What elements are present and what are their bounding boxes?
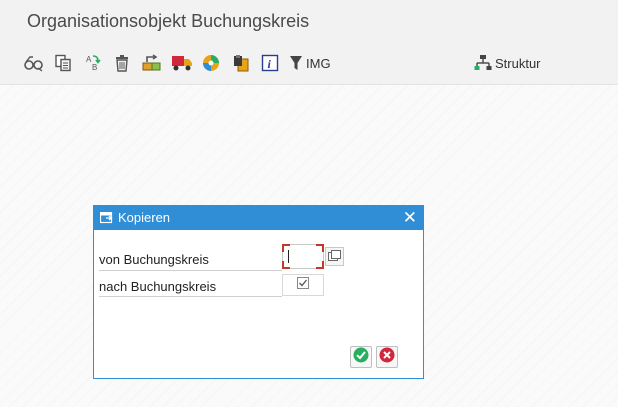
to-company-code-checkbox[interactable] — [282, 274, 324, 296]
truck-icon — [171, 54, 193, 72]
dialog-window-icon — [99, 211, 114, 229]
value-help-button[interactable] — [325, 247, 344, 266]
confirm-check-icon — [353, 347, 369, 368]
clipboard-button[interactable] — [230, 52, 252, 74]
focus-corner — [316, 244, 324, 252]
text-caret — [288, 250, 289, 263]
delete-button[interactable] — [111, 52, 133, 74]
focus-corner — [316, 261, 324, 269]
title-bar: Organisationsobjekt Buchungskreis — [0, 0, 618, 44]
dialog-header: Kopieren ✕ — [94, 206, 423, 230]
info-icon: i — [261, 54, 279, 72]
copy-icon — [54, 54, 72, 72]
rename-ab-icon: A B — [84, 54, 102, 72]
glasses-display-icon — [24, 54, 44, 72]
clipboard-icon — [232, 54, 250, 72]
confirm-button[interactable] — [350, 346, 372, 368]
close-icon[interactable]: ✕ — [403, 208, 417, 228]
img-button[interactable]: IMG — [289, 52, 339, 74]
copy-dialog: Kopieren ✕ von Buchungskreis nach Buchun… — [93, 205, 424, 379]
cancel-x-icon — [379, 347, 395, 368]
display-button[interactable] — [23, 52, 45, 74]
row-divider — [99, 296, 282, 297]
to-company-code-label: nach Buchungskreis — [99, 279, 217, 294]
rename-button[interactable]: A B — [82, 52, 104, 74]
from-company-code-label: von Buchungskreis — [99, 252, 209, 267]
funnel-icon — [289, 54, 303, 72]
copy-button[interactable] — [52, 52, 74, 74]
from-company-code-input[interactable] — [282, 244, 324, 269]
checkbox-checked-icon — [297, 276, 309, 294]
structure-button[interactable]: Struktur — [474, 52, 570, 74]
delete-trash-icon — [113, 54, 131, 72]
structure-button-label: Struktur — [495, 55, 541, 71]
application-toolbar: A B i IMG Struktur — [0, 44, 618, 85]
svg-text:B: B — [92, 63, 97, 72]
transport-button[interactable] — [141, 52, 163, 74]
page-title: Organisationsobjekt Buchungskreis — [27, 11, 310, 31]
transport-organizer-button[interactable] — [170, 52, 194, 74]
transport-icon — [142, 54, 162, 72]
value-help-icon — [328, 248, 341, 266]
cd-disc-icon — [202, 54, 220, 72]
info-button[interactable]: i — [259, 52, 281, 74]
dialog-title: Kopieren — [118, 210, 171, 225]
structure-hierarchy-icon — [474, 54, 492, 72]
row-divider — [99, 270, 282, 271]
disc-button[interactable] — [200, 52, 222, 74]
cancel-button[interactable] — [376, 346, 398, 368]
img-button-label: IMG — [306, 55, 331, 71]
